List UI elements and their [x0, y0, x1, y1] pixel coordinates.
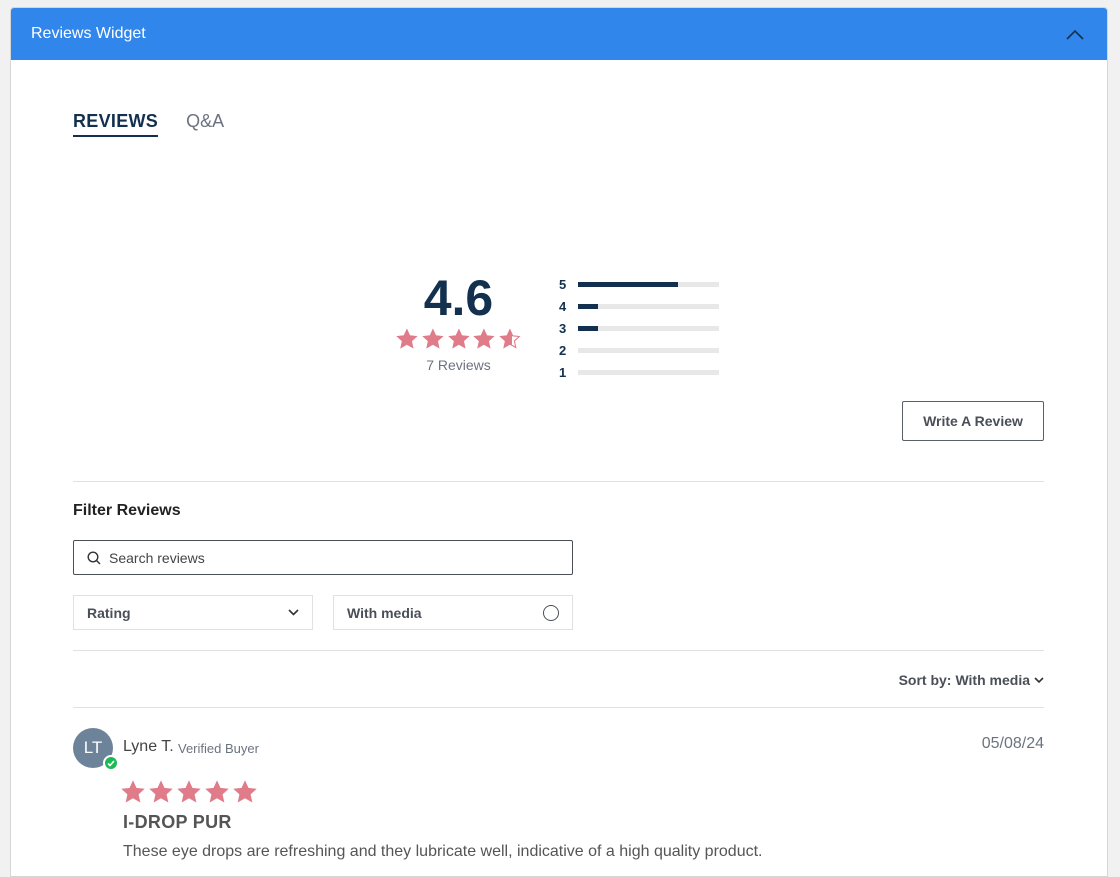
distribution-bar [578, 281, 679, 287]
filter-title: Filter Reviews [73, 502, 181, 519]
with-media-toggle[interactable]: With media [333, 595, 573, 630]
rating-summary: 4.6 7 Reviews [396, 270, 521, 373]
distribution-bar [578, 325, 598, 331]
collapse-button[interactable] [1063, 22, 1087, 46]
distribution-bar [578, 303, 598, 309]
reviews-count: 7 Reviews [426, 357, 491, 373]
distribution-row[interactable]: 1 [559, 361, 719, 383]
rating-filter-select[interactable]: Rating [73, 595, 313, 630]
distribution-label: 4 [559, 298, 567, 314]
widget-title: Reviews Widget [31, 25, 146, 42]
reviewer-name: Lyne T. [123, 738, 174, 755]
distribution-row[interactable]: 2 [559, 339, 719, 361]
tab-reviews[interactable]: REVIEWS [73, 111, 159, 137]
average-rating: 4.6 [423, 270, 494, 326]
distribution-row[interactable]: 5 [559, 273, 719, 295]
star-icon [422, 328, 444, 349]
divider [73, 650, 1044, 651]
distribution-label: 3 [559, 320, 567, 336]
with-media-label: With media [347, 604, 422, 621]
distribution-track [578, 325, 719, 331]
star-icon [177, 780, 201, 803]
star-icon [447, 328, 470, 349]
review-stars [121, 780, 257, 804]
chevron-down-icon [1034, 676, 1044, 683]
widget-header[interactable]: Reviews Widget [11, 8, 1107, 60]
verified-buyer-label: Verified Buyer [178, 741, 259, 756]
sort-dropdown[interactable]: Sort by: With media [899, 672, 1044, 688]
sort-prefix: Sort by: [898, 672, 952, 688]
search-input[interactable] [109, 549, 549, 566]
divider [73, 707, 1044, 708]
divider [73, 481, 1044, 482]
rating-distribution: 5 4 3 2 1 [559, 273, 719, 383]
star-icon [396, 328, 418, 349]
review-date: 05/08/24 [981, 735, 1044, 752]
distribution-track [578, 303, 719, 309]
radio-icon[interactable] [543, 604, 559, 621]
rating-filter-label: Rating [87, 604, 131, 621]
star-icon [205, 780, 229, 803]
review-tabs: REVIEWS Q&A [73, 111, 224, 137]
distribution-row[interactable]: 4 [559, 295, 719, 317]
reviews-widget-panel: Reviews Widget REVIEWS Q&A 4.6 7 Reviews… [10, 7, 1108, 877]
distribution-track [578, 281, 719, 287]
star-icon [233, 780, 257, 803]
chevron-down-icon [288, 609, 299, 616]
search-icon [87, 550, 101, 564]
distribution-row[interactable]: 3 [559, 317, 719, 339]
distribution-track [578, 347, 719, 353]
star-icon [121, 780, 145, 803]
star-icon [473, 328, 495, 349]
distribution-label: 1 [559, 364, 567, 380]
star-icon [499, 328, 521, 349]
review-title: I-DROP PUR [123, 812, 232, 832]
review-body: These eye drops are refreshing and they … [123, 843, 763, 860]
chevron-up-icon [1066, 29, 1084, 40]
star-icon [149, 780, 173, 803]
write-review-button[interactable]: Write A Review [902, 401, 1044, 441]
tab-qa[interactable]: Q&A [186, 111, 224, 137]
check-icon [107, 759, 115, 767]
distribution-label: 5 [559, 276, 567, 292]
distribution-label: 2 [559, 342, 567, 358]
distribution-track [578, 369, 719, 375]
verified-badge [103, 755, 119, 771]
average-stars [396, 328, 521, 350]
sort-value: With media [955, 672, 1030, 688]
search-box[interactable] [73, 540, 573, 575]
